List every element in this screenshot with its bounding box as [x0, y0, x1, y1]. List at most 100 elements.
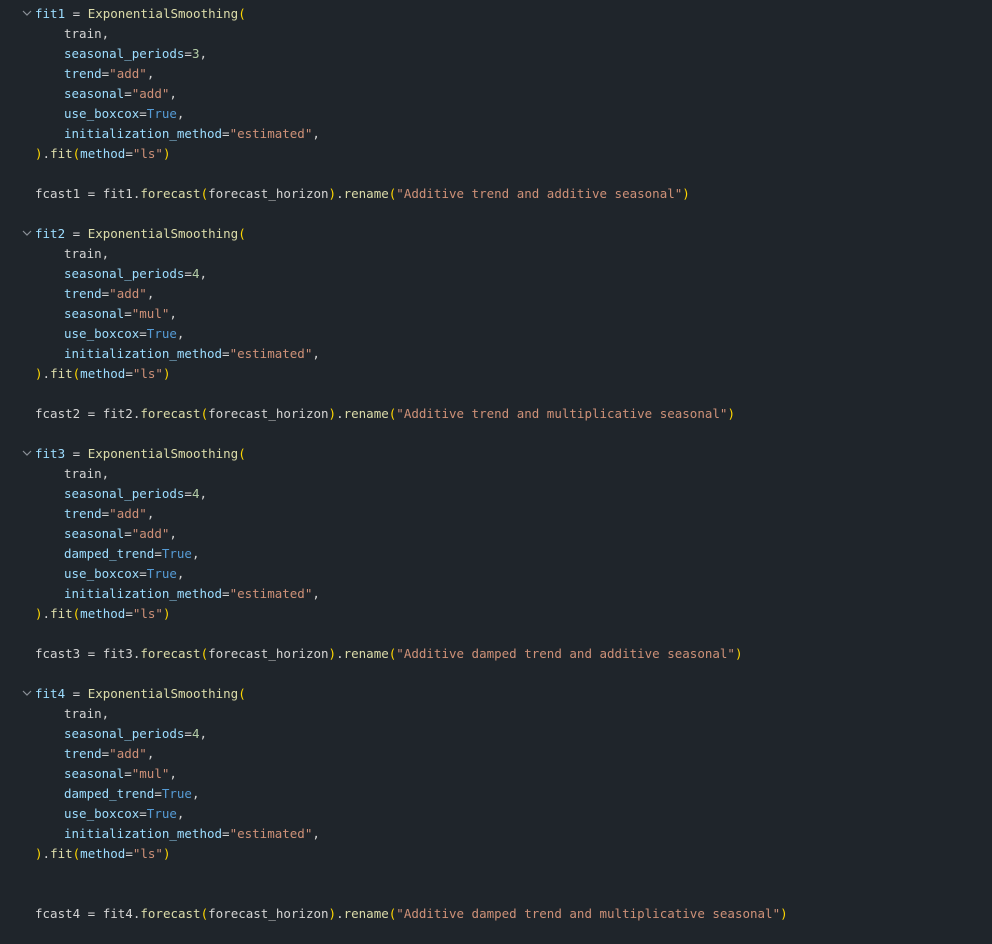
code-text: train,	[64, 464, 109, 484]
code-token: train	[64, 246, 102, 261]
code-token: (	[200, 406, 209, 421]
code-token: fit	[50, 606, 73, 621]
code-token: damped_trend	[64, 546, 155, 561]
code-text: damped_trend=True,	[64, 544, 199, 564]
code-token: =	[80, 186, 103, 201]
code-token: ,	[191, 786, 200, 801]
code-text: trend="add",	[64, 744, 154, 764]
code-token: =	[65, 6, 88, 21]
code-token: =	[222, 586, 230, 601]
code-token: )	[328, 406, 337, 421]
chevron-down-icon[interactable]	[22, 4, 34, 24]
code-text: fcast3 = fit3. forecast(forecast_horizon)…	[35, 644, 742, 664]
code-text: fit3 = ExponentialSmoothing(	[35, 444, 246, 464]
code-token: (	[238, 226, 246, 241]
code-token: fcast2	[35, 406, 81, 421]
code-token: )	[162, 146, 171, 161]
code-token: train	[64, 26, 102, 41]
code-token: forecast	[140, 406, 201, 421]
code-token: ExponentialSmoothing	[87, 446, 239, 461]
code-token: initialization_method	[64, 126, 223, 141]
code-text: seasonal="mul",	[64, 764, 177, 784]
code-token: )	[35, 606, 43, 621]
code-token: =	[222, 126, 230, 141]
code-token: =	[125, 146, 133, 161]
code-token: =	[80, 906, 103, 921]
code-token: forecast	[140, 186, 201, 201]
code-token: seasonal_periods	[64, 46, 185, 61]
code-token: fcast3	[35, 646, 81, 661]
code-token: fcast1	[35, 186, 81, 201]
code-token: =	[222, 346, 230, 361]
code-token: fit4	[35, 686, 66, 701]
code-token: True	[146, 566, 177, 581]
code-token: "add"	[131, 86, 170, 101]
code-token: =	[80, 406, 103, 421]
code-token: ,	[199, 726, 208, 741]
chevron-down-icon[interactable]	[22, 224, 34, 244]
code-text: seasonal="add",	[64, 84, 177, 104]
code-token: "estimated"	[229, 346, 313, 361]
code-token: True	[161, 546, 192, 561]
code-token: =	[184, 266, 192, 281]
code-text: trend="add",	[64, 64, 154, 84]
code-token: (	[200, 906, 209, 921]
code-token: use_boxcox	[64, 106, 140, 121]
code-token: use_boxcox	[64, 566, 140, 581]
code-token: train	[64, 706, 102, 721]
code-token: True	[161, 786, 192, 801]
code-token: method	[80, 146, 126, 161]
code-token: fit2	[35, 226, 66, 241]
code-text: train,	[64, 24, 109, 44]
code-text: fit1 = ExponentialSmoothing(	[35, 4, 246, 24]
code-token: seasonal_periods	[64, 486, 185, 501]
code-token: ExponentialSmoothing	[87, 226, 239, 241]
code-token: =	[124, 306, 132, 321]
code-text: seasonal="add",	[64, 524, 177, 544]
code-token: forecast_horizon	[208, 186, 329, 201]
code-token: =	[222, 826, 230, 841]
code-text: train,	[64, 704, 109, 724]
code-token: ExponentialSmoothing	[87, 6, 239, 21]
code-token: "estimated"	[229, 826, 313, 841]
code-token: seasonal_periods	[64, 266, 185, 281]
code-token: fit2	[102, 406, 133, 421]
code-token: "add"	[109, 506, 147, 521]
code-token: trend	[64, 286, 102, 301]
chevron-down-icon[interactable]	[22, 684, 34, 704]
code-editor[interactable]: fit1 = ExponentialSmoothing(train, season…	[0, 0, 992, 944]
code-token: use_boxcox	[64, 806, 140, 821]
code-token: =	[80, 646, 103, 661]
code-token: forecast	[140, 646, 201, 661]
code-token: fit3	[102, 646, 133, 661]
code-token: =	[124, 766, 132, 781]
code-token: =	[154, 786, 162, 801]
code-token: fit1	[102, 186, 133, 201]
code-token: .	[336, 646, 344, 661]
code-token: rename	[343, 406, 389, 421]
code-token: rename	[343, 186, 389, 201]
code-token: (	[238, 446, 246, 461]
code-token: =	[65, 226, 88, 241]
code-token: =	[139, 106, 147, 121]
code-token: )	[35, 366, 43, 381]
code-token: ,	[101, 466, 110, 481]
code-token: ,	[169, 306, 177, 321]
code-text: fcast1 = fit1. forecast(forecast_horizon)…	[35, 184, 690, 204]
code-token: initialization_method	[64, 586, 223, 601]
code-token: .	[42, 606, 51, 621]
code-token: )	[328, 646, 337, 661]
chevron-down-icon[interactable]	[22, 444, 34, 464]
code-token: ,	[176, 106, 185, 121]
code-text: initialization_method="estimated",	[64, 344, 320, 364]
code-token: method	[80, 366, 126, 381]
code-token: "add"	[109, 746, 147, 761]
code-token: ,	[176, 806, 185, 821]
code-token: "estimated"	[229, 586, 313, 601]
code-text: initialization_method="estimated",	[64, 584, 320, 604]
code-text: train,	[64, 244, 109, 264]
code-text: seasonal_periods=4,	[64, 724, 207, 744]
code-token: ,	[199, 486, 208, 501]
code-token: =	[124, 86, 132, 101]
code-token: ,	[146, 746, 155, 761]
